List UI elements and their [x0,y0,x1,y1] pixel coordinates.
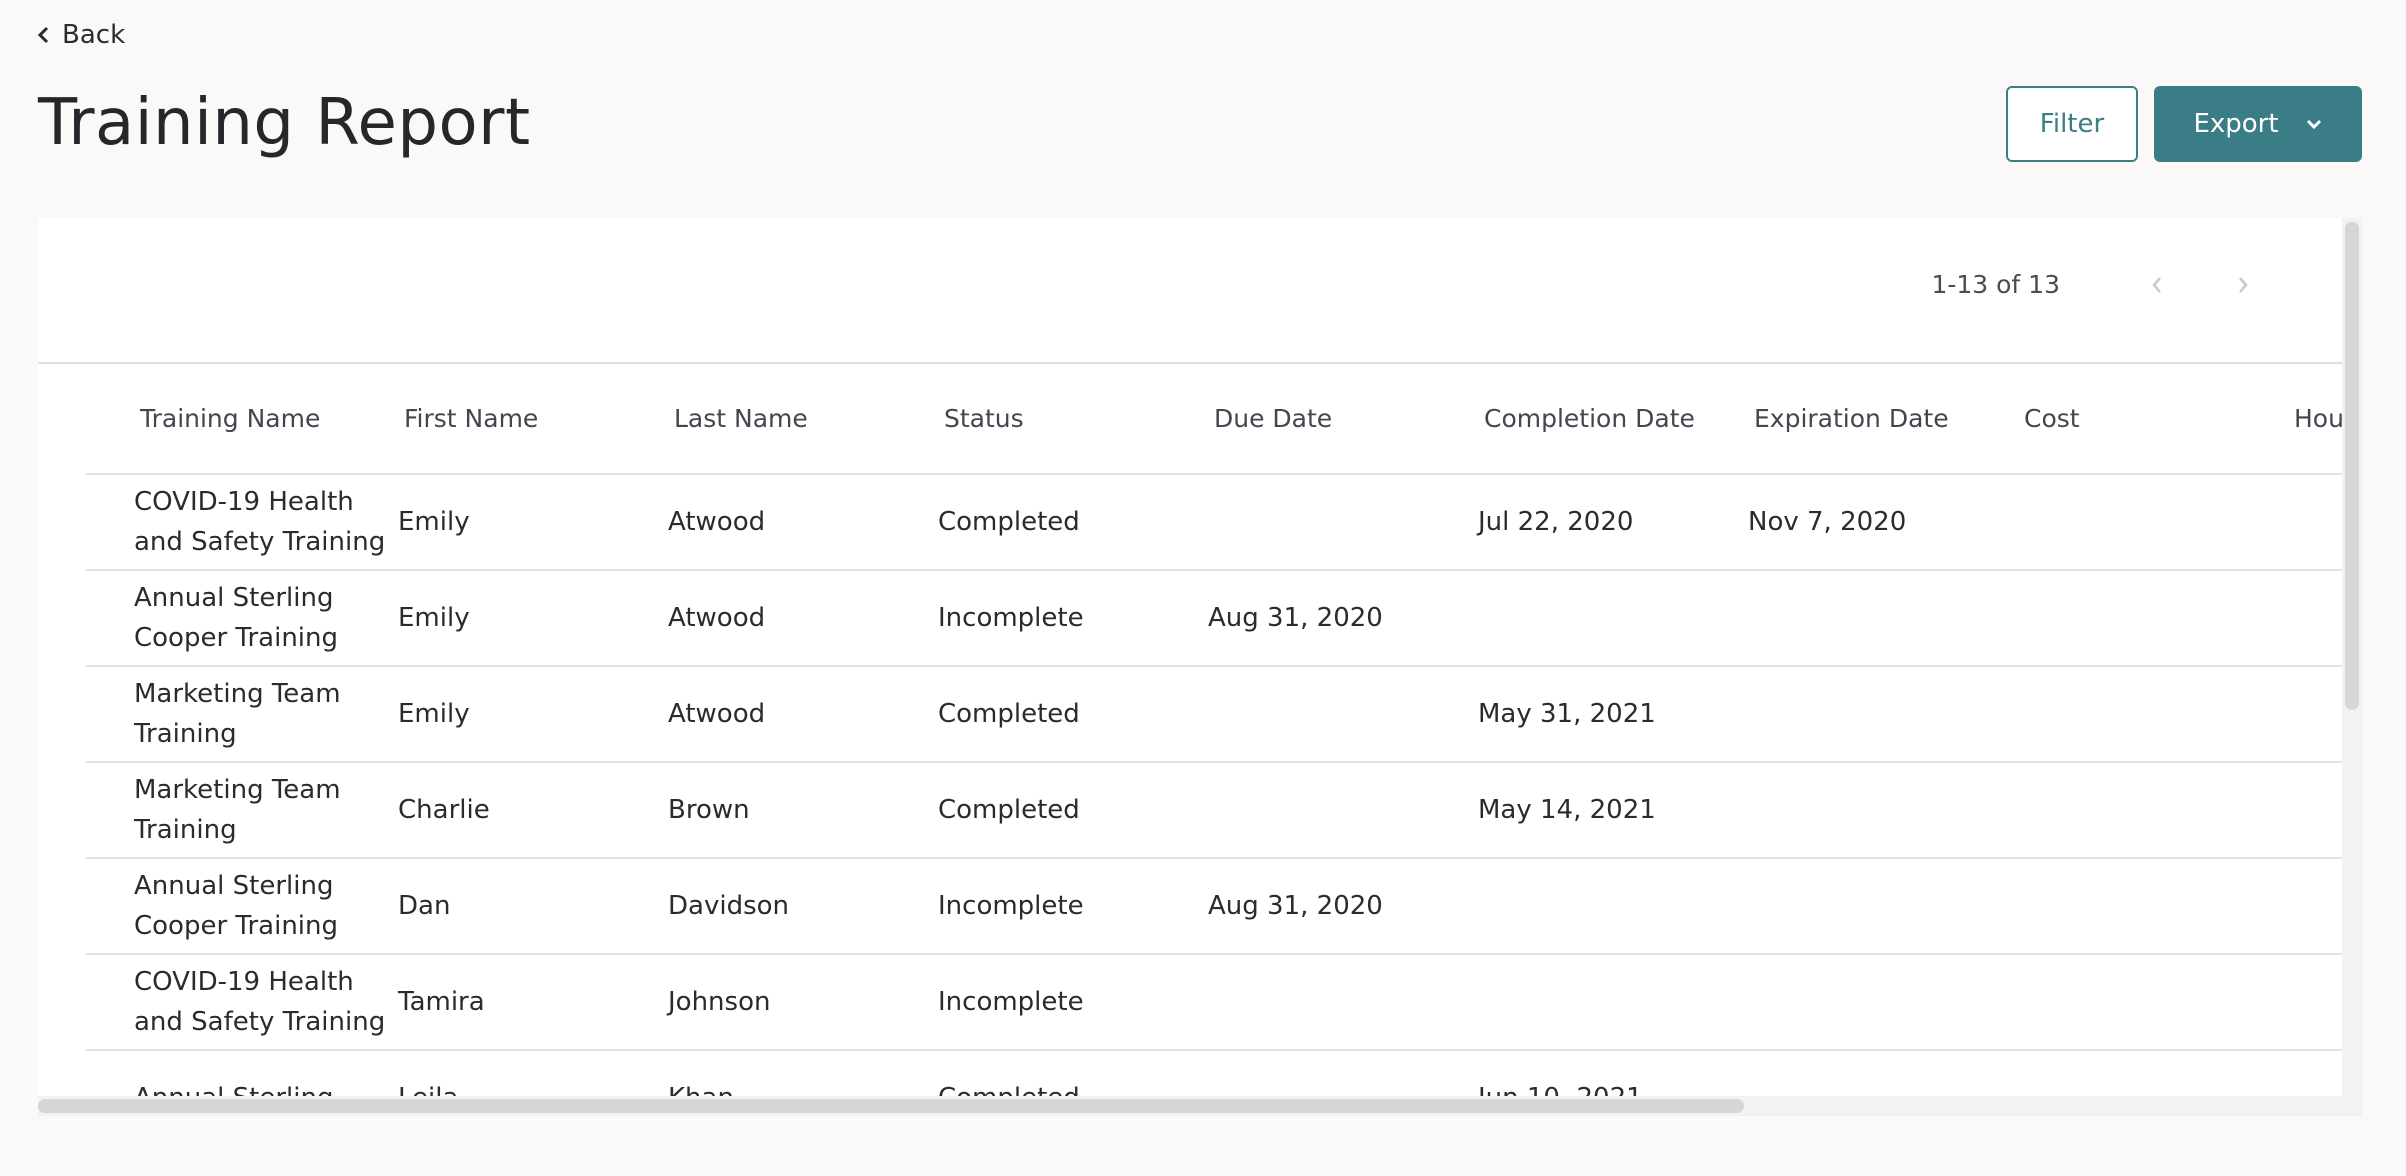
table-cell: Incomplete [928,570,1198,667]
column-header[interactable]: Training Name [86,364,388,475]
column-header[interactable]: Expiration Date [1738,364,2008,475]
table-cell [1468,954,1738,1051]
table-cell [2008,858,2278,955]
horizontal-scrollbar-thumb[interactable] [38,1099,1744,1113]
table-cell [1738,666,2008,763]
table-cell: Emily [388,666,658,763]
table-row[interactable]: COVID-19 Health and Safety Training Emily… [86,474,2342,571]
column-header[interactable]: Hou [2278,364,2342,475]
table-cell: Marketing Team Training [86,666,388,763]
column-header[interactable]: Status [928,364,1198,475]
column-header[interactable]: Cost [2008,364,2278,475]
table-cell: Emily [388,474,658,571]
next-page-button[interactable] [2200,275,2286,295]
chevron-left-icon [2152,276,2161,293]
chevron-down-icon [2306,119,2321,130]
table-cell [1468,858,1738,955]
table-cell [2008,666,2278,763]
table-cell: Charlie [388,762,658,859]
table-cell: May 14, 2021 [1468,762,1738,859]
table-cell [2008,474,2278,571]
table-cell: Emily [388,570,658,667]
column-header[interactable]: First Name [388,364,658,475]
chevron-left-icon [37,26,49,44]
table-cell: Jul 22, 2020 [1468,474,1738,571]
column-header[interactable]: Due Date [1198,364,1468,475]
table-cell: Aug 31, 2020 [1198,570,1468,667]
table-cell: Incomplete [928,858,1198,955]
chevron-right-icon [2239,276,2248,293]
table-cell: COVID-19 Health and Safety Training [86,954,388,1051]
table-cell [1738,954,2008,1051]
back-link[interactable]: Back [36,20,125,50]
table-cell [1738,570,2008,667]
column-header[interactable]: Completion Date [1468,364,1738,475]
table-cell: Dan [388,858,658,955]
table-cell: Atwood [658,570,928,667]
table-cell: Atwood [658,474,928,571]
training-table: Training Name First Name Last Name Status Du… [86,364,2342,1116]
table-cell: Annual Sterling Cooper Training [86,858,388,955]
table-cell: Atwood [658,666,928,763]
table-cell: Annual Sterling Cooper Training [86,570,388,667]
filter-label: Filter [2039,109,2105,139]
table-cell [1198,474,1468,571]
table-cell [2278,666,2342,763]
table-cell [1198,954,1468,1051]
pagination-range: 1-13 of 13 [1931,270,2060,299]
table-cell [2278,858,2342,955]
table-cell [2278,474,2342,571]
table-row[interactable]: Annual Sterling Cooper Training Emily Atwo… [86,570,2342,667]
table-row[interactable]: COVID-19 Health and Safety Training Tamir… [86,954,2342,1051]
export-button[interactable]: Export [2154,86,2362,162]
table-row[interactable]: Marketing Team Training Emily Atwood Comple… [86,666,2342,763]
table-cell: Incomplete [928,954,1198,1051]
table-cell: COVID-19 Health and Safety Training [86,474,388,571]
table-cell [2278,954,2342,1051]
vertical-scrollbar[interactable] [2342,218,2362,1116]
table-cell: May 31, 2021 [1468,666,1738,763]
table-cell: Tamira [388,954,658,1051]
vertical-scrollbar-thumb[interactable] [2345,222,2359,710]
table-cell: Completed [928,666,1198,763]
table-cell [1738,762,2008,859]
export-label: Export [2193,109,2279,139]
previous-page-button[interactable] [2114,275,2200,295]
page-title: Training Report [38,86,531,160]
table-cell [1198,666,1468,763]
table-cell [2008,570,2278,667]
table-cell [2008,954,2278,1051]
report-card: 1-13 of 13 Training Name First Name Last N… [38,218,2362,1116]
table-cell: Completed [928,762,1198,859]
table-cell: Davidson [658,858,928,955]
table-cell [2008,762,2278,859]
table-cell [1468,570,1738,667]
column-header[interactable]: Last Name [658,364,928,475]
table-row[interactable]: Marketing Team Training Charlie Brown Compl… [86,762,2342,859]
table-cell [1738,858,2008,955]
table-cell: Nov 7, 2020 [1738,474,2008,571]
table-cell [1198,762,1468,859]
pagination: 1-13 of 13 [1931,270,2286,299]
table-cell [2278,762,2342,859]
table-header-row: Training Name First Name Last Name Status Du… [86,364,2342,475]
table-cell [2278,570,2342,667]
table-row[interactable]: Annual Sterling Cooper Training Dan Davids… [86,858,2342,955]
back-label: Back [62,20,126,50]
table-cell: Marketing Team Training [86,762,388,859]
table-cell: Aug 31, 2020 [1198,858,1468,955]
horizontal-scrollbar[interactable] [38,1096,2342,1116]
filter-button[interactable]: Filter [2006,86,2138,162]
table-container: Training Name First Name Last Name Status Du… [86,364,2342,1116]
table-cell: Johnson [658,954,928,1051]
table-cell: Brown [658,762,928,859]
table-cell: Completed [928,474,1198,571]
